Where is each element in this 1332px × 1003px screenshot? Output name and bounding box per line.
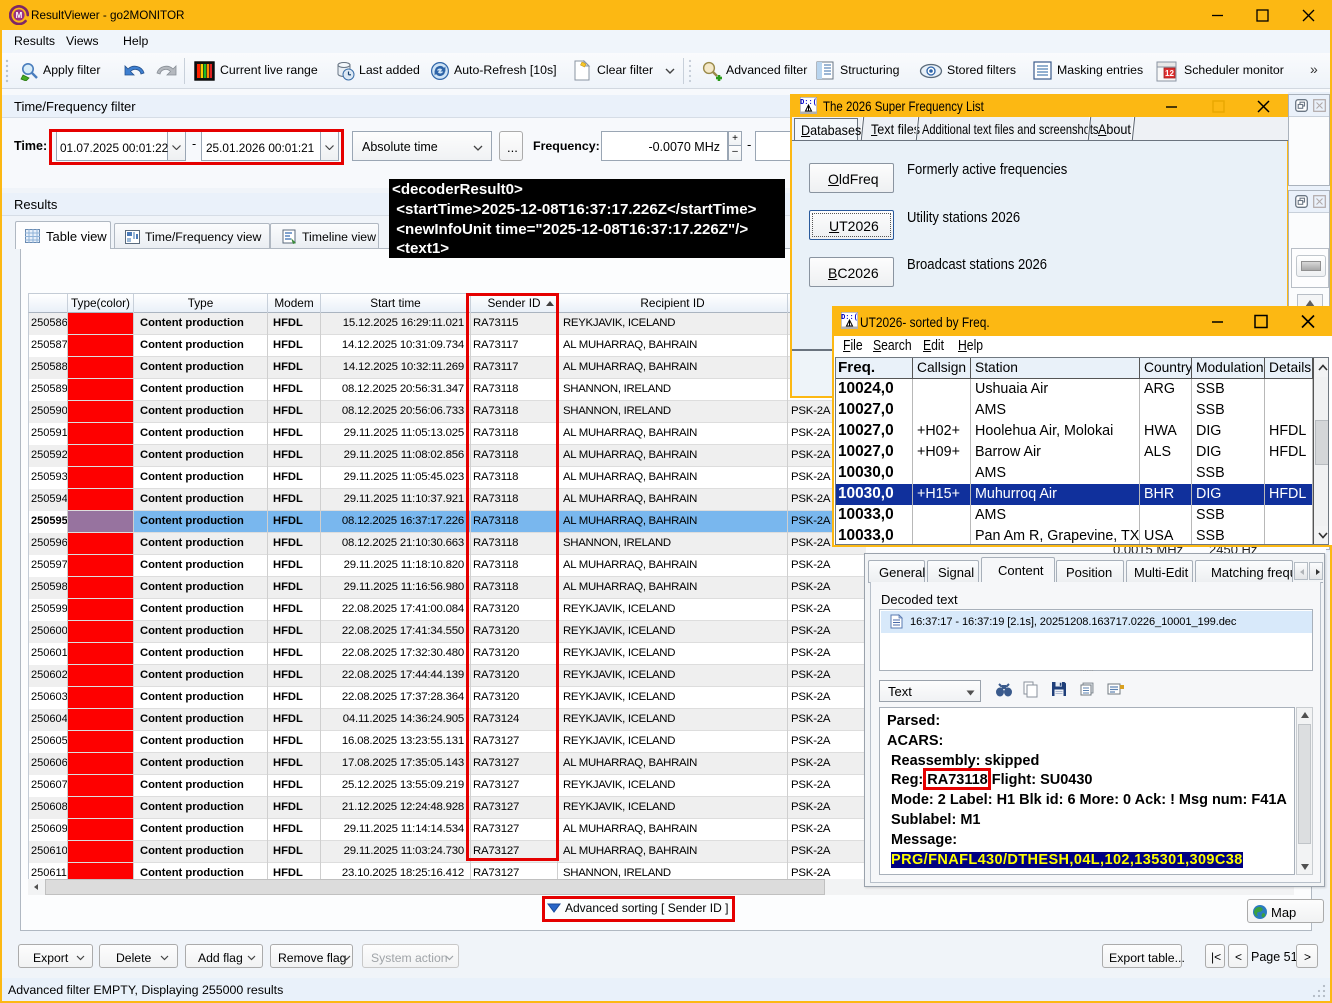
svg-text:12: 12 [1165,69,1174,78]
svg-text:M: M [16,11,23,20]
